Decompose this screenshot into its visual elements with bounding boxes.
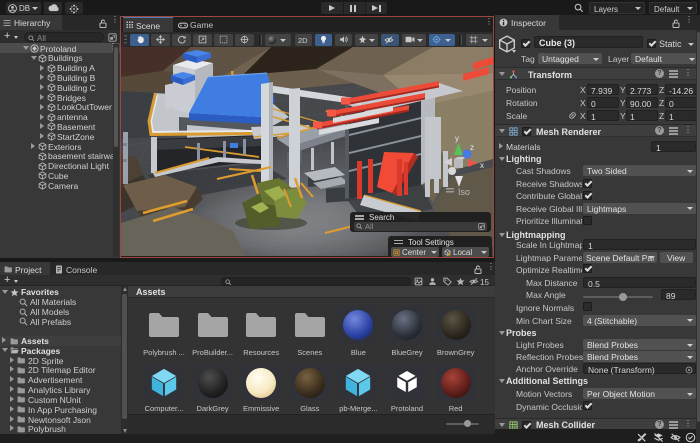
svg-text:Iso: Iso bbox=[458, 187, 470, 197]
svg-text:y: y bbox=[455, 134, 459, 143]
svg-text:z: z bbox=[470, 143, 474, 152]
svg-text:x: x bbox=[480, 161, 484, 170]
